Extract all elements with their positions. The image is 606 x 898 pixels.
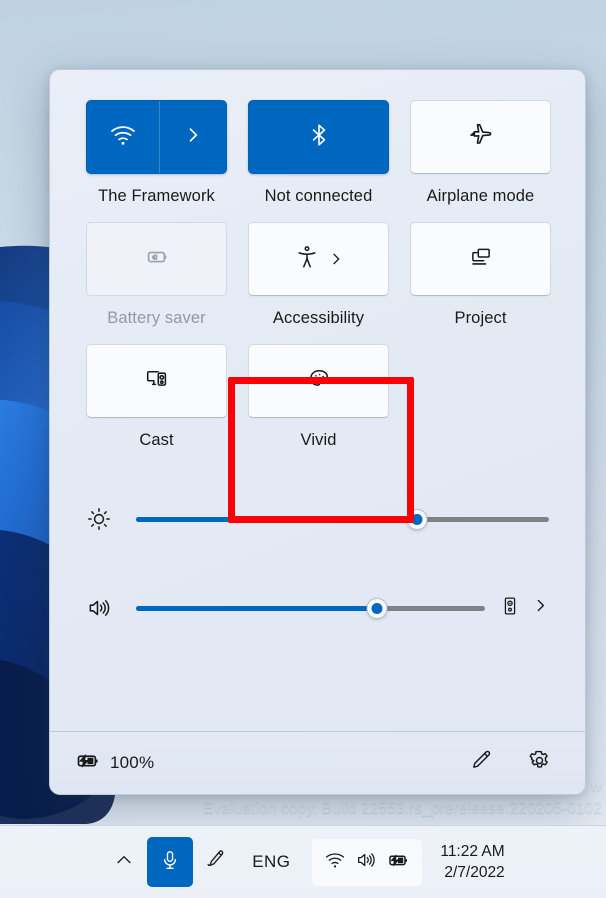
tile-label-battery-saver: Battery saver (107, 309, 206, 327)
tile-label-bluetooth: Not connected (264, 187, 373, 205)
clock-date: 2/7/2022 (444, 864, 505, 881)
tile-accessibility[interactable] (248, 222, 389, 296)
pen-icon (205, 848, 228, 876)
quick-settings-tray-button[interactable] (312, 838, 423, 886)
chevron-right-icon (183, 125, 203, 150)
watermark-line-2: Evaluation copy. Build 22553.rs_prerelea… (203, 800, 602, 817)
quick-settings-sliders (50, 466, 585, 731)
cast-icon (143, 365, 170, 397)
brightness-slider-fill (136, 516, 417, 522)
wifi-icon (109, 121, 137, 154)
tile-battery-saver[interactable] (86, 222, 227, 296)
tile-row: Cast Vivid (86, 344, 549, 450)
clock[interactable]: 11:22 AM 2/7/2022 (440, 841, 504, 883)
quick-settings-footer: 100% (50, 731, 585, 794)
tile-vivid[interactable] (248, 344, 389, 418)
tile-label-project: Project (454, 309, 507, 327)
volume-slider-thumb[interactable] (366, 597, 388, 619)
palette-icon (306, 366, 332, 397)
tile-label-accessibility: Accessibility (272, 309, 365, 327)
microphone-icon (159, 849, 181, 876)
project-icon (468, 244, 494, 275)
microphone-indicator-button[interactable] (147, 837, 194, 887)
battery-saver-icon (143, 243, 170, 275)
pen-menu-button[interactable] (193, 839, 239, 885)
system-tray: ENG 11:22 AM 2/7/2022 (101, 837, 505, 887)
clock-time: 11:22 AM (440, 843, 505, 860)
tile-cell-accessibility: Accessibility (248, 222, 389, 328)
accessibility-icon (294, 244, 320, 275)
tile-cell-bluetooth: Not connected (248, 100, 389, 206)
volume-output-controls (499, 595, 549, 622)
volume-icon (86, 595, 126, 621)
language-indicator[interactable]: ENG (239, 852, 303, 872)
chevron-up-icon (114, 850, 134, 875)
volume-slider-fill (136, 605, 377, 611)
tile-cell-battery-saver: Battery saver (86, 222, 227, 328)
open-settings-button[interactable] (519, 743, 559, 783)
airplane-icon (467, 121, 495, 154)
tile-airplane-mode[interactable] (410, 100, 551, 174)
speaker-output-icon[interactable] (499, 595, 521, 622)
tile-cell-vivid: Vivid (248, 344, 389, 450)
pencil-icon (469, 748, 494, 778)
accessibility-expand-chevron-right-icon[interactable] (328, 251, 344, 267)
edit-quick-settings-button[interactable] (461, 743, 501, 783)
tile-cell-project: Project (410, 222, 551, 328)
tile-wifi[interactable] (86, 100, 227, 174)
brightness-slider-thumb[interactable] (406, 508, 428, 530)
tile-bluetooth[interactable] (248, 100, 389, 174)
tile-row: The Framework Not connected Airplane mod… (86, 100, 551, 206)
screen: w Evaluation copy. Build 22553.rs_prerel… (0, 0, 606, 898)
quick-settings-tile-grid: The Framework Not connected Airplane mod… (50, 70, 585, 466)
battery-charging-icon (386, 848, 410, 877)
tile-label-wifi: The Framework (98, 187, 215, 205)
volume-slider-row (86, 586, 549, 630)
brightness-slider[interactable] (136, 507, 549, 531)
wifi-icon (324, 849, 346, 876)
tile-row: Battery saver Accessibility Project (86, 222, 551, 328)
bluetooth-icon (306, 122, 332, 153)
brightness-slider-row (86, 497, 549, 541)
tile-label-cast: Cast (139, 431, 174, 449)
tray-overflow-button[interactable] (101, 839, 147, 885)
battery-status[interactable]: 100% (74, 747, 154, 779)
gear-icon (527, 748, 552, 778)
tile-project[interactable] (410, 222, 551, 296)
tile-cell-airplane: Airplane mode (410, 100, 551, 206)
tile-label-vivid: Vivid (300, 431, 337, 449)
volume-icon (355, 849, 377, 876)
volume-slider[interactable] (136, 596, 485, 620)
battery-percent-label: 100% (110, 753, 155, 772)
wifi-expand-button[interactable] (159, 101, 226, 173)
tile-cast[interactable] (86, 344, 227, 418)
taskbar: ENG 11:22 AM 2/7/2022 (0, 825, 606, 898)
wifi-toggle-button[interactable] (87, 101, 159, 173)
tile-cell-cast: Cast (86, 344, 227, 450)
battery-charging-icon (74, 747, 101, 779)
volume-output-chevron-right-icon[interactable] (532, 597, 549, 619)
tile-label-airplane: Airplane mode (426, 187, 535, 205)
brightness-icon (86, 506, 126, 532)
tile-cell-wifi: The Framework (86, 100, 227, 206)
quick-settings-panel: The Framework Not connected Airplane mod… (49, 69, 586, 795)
